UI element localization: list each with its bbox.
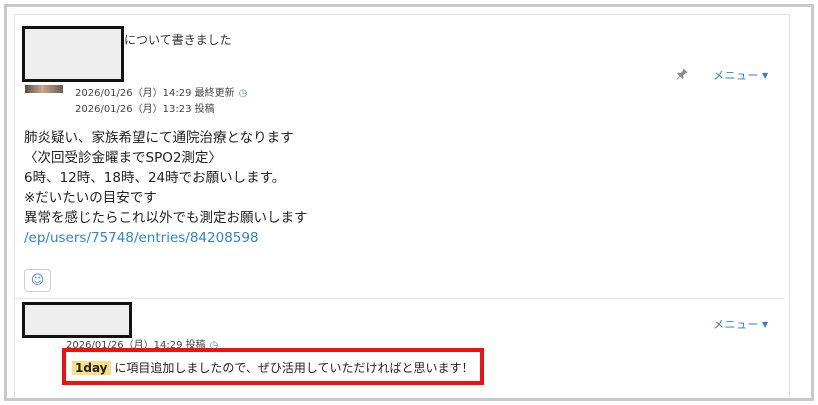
redacted-avatar-name	[22, 26, 124, 82]
post-updated-meta: 2026/01/26（月）14:29 最終更新 ◷	[75, 84, 247, 99]
post-menu-button[interactable]: メニュー ▼	[713, 67, 769, 83]
smile-icon: ☺	[30, 273, 45, 288]
posted-timestamp: 2026/01/26（月）13:23 投稿	[75, 104, 215, 115]
comment-body: に項目追加しましたので、ぜひ活用していただければと思います！	[114, 361, 474, 375]
reaction-button[interactable]: ☺	[24, 269, 51, 292]
entry-link[interactable]: /ep/users/75748/entries/84208598	[24, 228, 308, 248]
clock-icon[interactable]: ◷	[239, 88, 248, 99]
post-posted-meta: 2026/01/26（月）13:23 投稿	[75, 100, 215, 115]
comment-menu-button[interactable]: メニュー ▼	[713, 316, 769, 332]
post-body-line: ※だいたいの目安です	[24, 190, 157, 206]
post-title: について書きました	[124, 33, 232, 47]
post-body-line: 異常を感じたらこれ以外でも測定お願いします	[24, 210, 308, 226]
caret-down-icon: ▼	[762, 320, 769, 329]
avatar	[25, 85, 63, 93]
divider	[15, 298, 785, 299]
post-body-line: 〈次回受診金曜までSPO2測定〉	[24, 150, 222, 166]
comment-text: 1day に項目追加しましたので、ぜひ活用していただければと思います！	[72, 359, 474, 376]
post-menu-label: メニュー	[713, 69, 759, 82]
pin-icon[interactable]	[675, 66, 689, 80]
comment-highlight-tag: 1day	[72, 361, 111, 375]
updated-timestamp: 2026/01/26（月）14:29 最終更新	[75, 88, 235, 99]
caret-down-icon: ▼	[762, 71, 769, 80]
post-body: 肺炎疑い、家族希望にて通院治療となります 〈次回受診金曜までSPO2測定〉 6時…	[24, 128, 308, 248]
post-body-line: 6時、12時、18時、24時でお願いします。	[24, 170, 286, 186]
redacted-commenter-name	[22, 302, 132, 338]
post-body-line: 肺炎疑い、家族希望にて通院治療となります	[24, 130, 294, 146]
comment-highlight-box: 1day に項目追加しましたので、ぜひ活用していただければと思います！	[62, 348, 484, 385]
comment-menu-label: メニュー	[713, 318, 759, 331]
